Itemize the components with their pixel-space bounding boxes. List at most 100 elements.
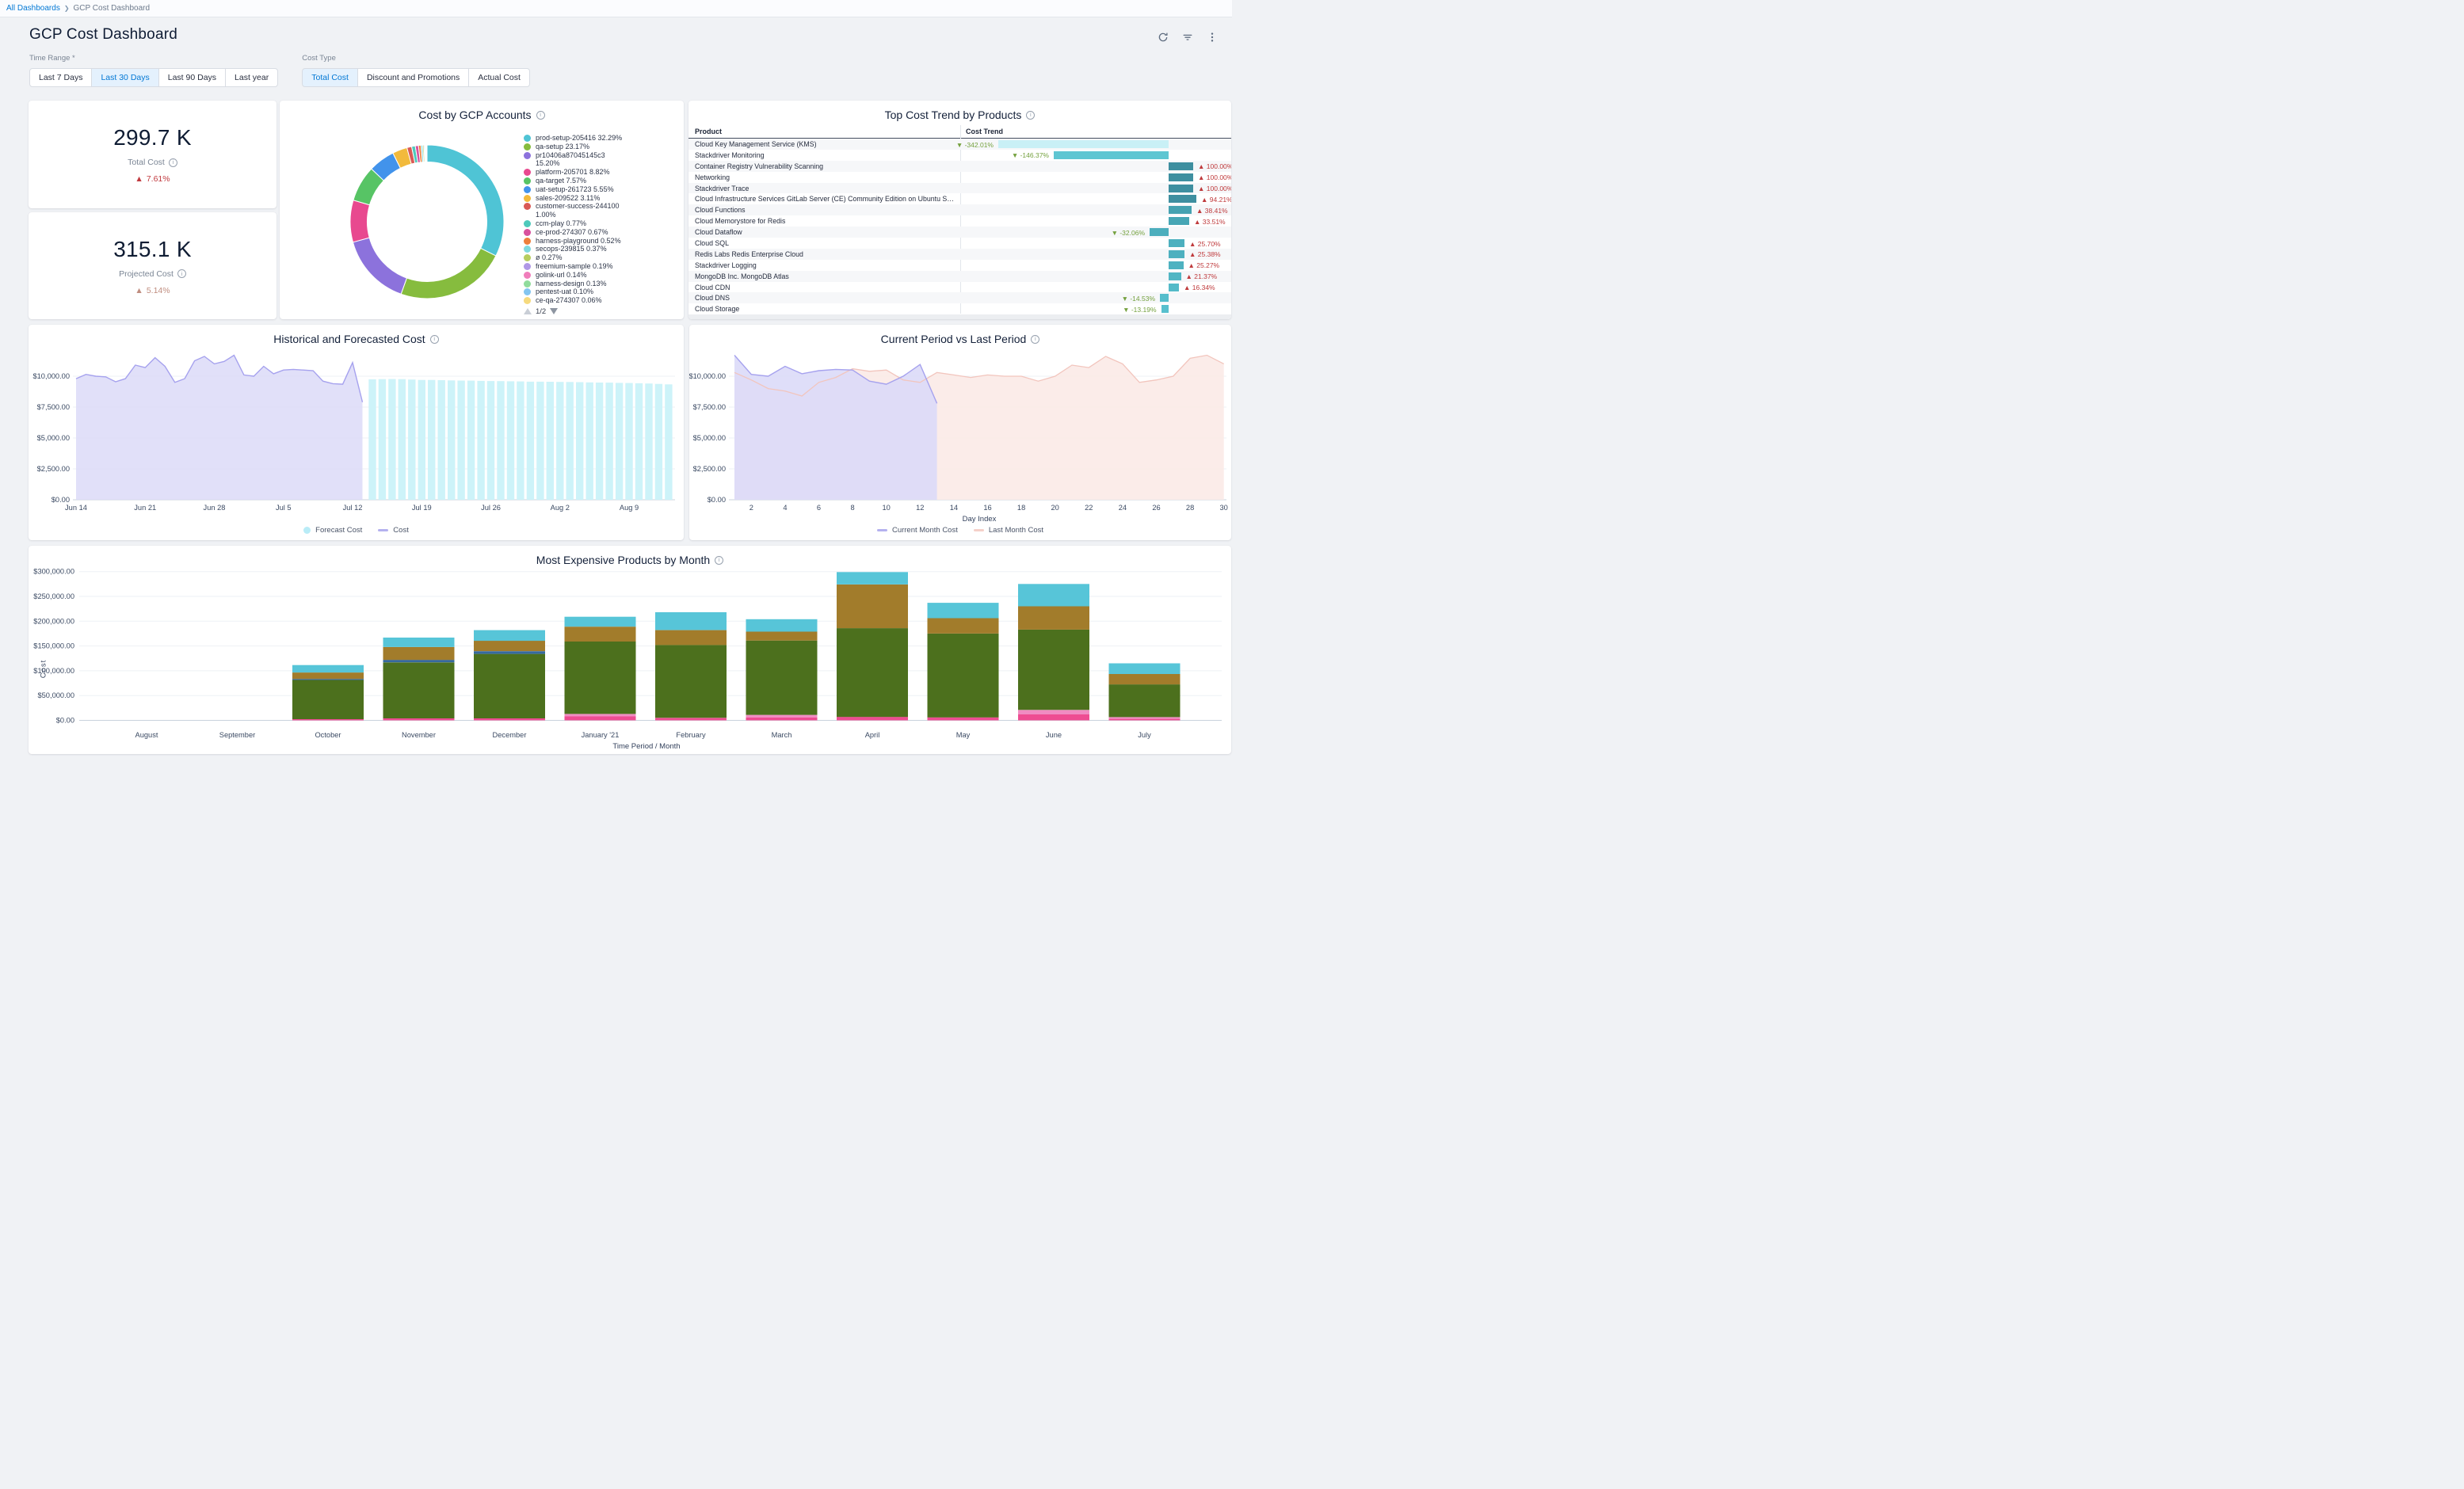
stacked-bar-segment xyxy=(292,665,364,672)
svg-text:January '21: January '21 xyxy=(582,731,620,739)
legend-current-month[interactable]: Current Month Cost xyxy=(877,526,958,535)
donut-legend-item-ce-prod-274307[interactable]: ce-prod-274307 0.67% xyxy=(524,228,679,237)
product-name: Stackdriver Monitoring xyxy=(695,151,765,159)
stacked-bar-segment xyxy=(383,718,455,721)
svg-text:18: 18 xyxy=(1017,504,1025,512)
forecast-bar xyxy=(655,384,662,500)
svg-text:December: December xyxy=(493,731,527,739)
stacked-bar-segment xyxy=(474,641,545,651)
legend-cost[interactable]: Cost xyxy=(378,526,409,535)
trend-bar xyxy=(1169,272,1181,280)
donut-legend-item-ccm-play[interactable]: ccm-play 0.77% xyxy=(524,219,679,228)
legend-last-month[interactable]: Last Month Cost xyxy=(974,526,1043,535)
trend-table-row-cloud-cdn[interactable]: Cloud CDN▲ 16.34% xyxy=(688,282,1231,293)
trend-table-row-container-registry-vulnerability-scannin[interactable]: Container Registry Vulnerability Scannin… xyxy=(688,161,1231,172)
filter-icon[interactable] xyxy=(1182,32,1193,43)
donut-legend-item-harness-design[interactable]: harness-design 0.13% xyxy=(524,280,679,288)
donut-legend-item-golink-url[interactable]: golink-url 0.14% xyxy=(524,271,679,280)
time-range-option-last-30-days[interactable]: Last 30 Days xyxy=(91,68,158,87)
time-range-option-last-7-days[interactable]: Last 7 Days xyxy=(29,68,92,87)
trend-table-row-stackdriver-logging[interactable]: Stackdriver Logging▲ 25.27% xyxy=(688,260,1231,271)
cost-type-option-discount-and-promotions[interactable]: Discount and Promotions xyxy=(357,68,469,87)
donut-legend-item-pentest-uat[interactable]: pentest-uat 0.10% xyxy=(524,288,679,296)
cost-type-option-total-cost[interactable]: Total Cost xyxy=(302,68,358,87)
legend-label: ce-prod-274307 0.67% xyxy=(536,228,624,237)
trend-table-row-cloud-sql[interactable]: Cloud SQL▲ 25.70% xyxy=(688,238,1231,249)
cost-by-gcp-accounts-card: Cost by GCP Accounts prod-setup-205416 3… xyxy=(280,101,684,319)
info-icon[interactable] xyxy=(1026,111,1035,120)
product-name: Cloud Storage xyxy=(695,305,739,313)
horizontal-scrollbar[interactable] xyxy=(688,314,1231,319)
kebab-menu-icon[interactable] xyxy=(1207,32,1218,43)
donut-legend-item-pr10406a87045145c3[interactable]: pr10406a87045145c3 15.20% xyxy=(524,151,679,169)
donut-legend-item-sales-209522[interactable]: sales-209522 3.11% xyxy=(524,194,679,203)
column-header-product[interactable]: Product xyxy=(695,128,722,135)
svg-text:$300,000.00: $300,000.00 xyxy=(33,568,74,576)
stacked-bar-segment xyxy=(655,718,727,720)
forecast-bar xyxy=(368,379,376,500)
stacked-bar-segment xyxy=(292,680,364,720)
monthly-products-card: Most Expensive Products by Month Cost $0… xyxy=(29,546,1231,754)
stacked-bar-segment xyxy=(383,662,455,718)
trend-table-row-cloud-dns[interactable]: Cloud DNS▼ -14.53% xyxy=(688,292,1231,303)
time-range-option-last-90-days[interactable]: Last 90 Days xyxy=(158,68,226,87)
forecast-bar xyxy=(487,381,494,500)
forecast-bar xyxy=(379,379,386,500)
forecast-bar xyxy=(665,384,672,500)
column-header-cost-trend[interactable]: Cost Trend xyxy=(966,128,1003,135)
donut-slice-qa-setup[interactable] xyxy=(401,248,496,299)
donut-legend-item-qa-target[interactable]: qa-target 7.57% xyxy=(524,177,679,185)
donut-legend-item-qa-setup[interactable]: qa-setup 23.17% xyxy=(524,143,679,151)
legend-dot-icon xyxy=(524,177,531,185)
trend-bar xyxy=(1169,261,1184,269)
svg-text:20: 20 xyxy=(1051,504,1059,512)
legend-dot-icon xyxy=(524,272,531,279)
svg-text:$0.00: $0.00 xyxy=(51,496,70,504)
donut-legend-item-freemium-sample[interactable]: freemium-sample 0.19% xyxy=(524,262,679,271)
breadcrumb-link-all-dashboards[interactable]: All Dashboards xyxy=(6,4,60,13)
product-name: Cloud Functions xyxy=(695,206,746,214)
trend-table-row-cloud-key-management-service-kms[interactable]: Cloud Key Management Service (KMS)▼ -342… xyxy=(688,139,1231,150)
trend-table-title: Top Cost Trend by Products xyxy=(688,109,1231,121)
time-range-option-last-year[interactable]: Last year xyxy=(225,68,278,87)
product-name: Container Registry Vulnerability Scannin… xyxy=(695,162,823,170)
donut-legend-item-[interactable]: ø 0.27% xyxy=(524,253,679,262)
forecast-bar xyxy=(517,382,524,500)
info-icon[interactable] xyxy=(177,269,186,278)
info-icon[interactable] xyxy=(169,158,177,167)
svg-text:$2,500.00: $2,500.00 xyxy=(693,465,726,473)
legend-dot-icon xyxy=(524,186,531,193)
donut-legend-item-customer-success-244100[interactable]: customer-success-244100 1.00% xyxy=(524,202,679,219)
svg-text:8: 8 xyxy=(851,504,855,512)
donut-legend-item-platform-205701[interactable]: platform-205701 8.82% xyxy=(524,168,679,177)
donut-legend-item-prod-setup-205416[interactable]: prod-setup-205416 32.29% xyxy=(524,134,679,143)
donut-legend-item-ce-qa-274307[interactable]: ce-qa-274307 0.06% xyxy=(524,296,679,305)
page-down-icon[interactable] xyxy=(550,308,558,314)
trend-table-row-cloud-storage[interactable]: Cloud Storage▼ -13.19% xyxy=(688,303,1231,314)
cost-type-option-actual-cost[interactable]: Actual Cost xyxy=(468,68,530,87)
stacked-bar-segment xyxy=(474,651,545,653)
trend-table-row-redis-labs-redis-enterprise-cloud[interactable]: Redis Labs Redis Enterprise Cloud▲ 25.38… xyxy=(688,249,1231,260)
trend-table-row-cloud-memorystore-for-redis[interactable]: Cloud Memorystore for Redis▲ 33.51% xyxy=(688,215,1231,227)
donut-legend-item-harness-playground[interactable]: harness-playground 0.52% xyxy=(524,237,679,246)
donut-legend-item-uat-setup-261723[interactable]: uat-setup-261723 5.55% xyxy=(524,185,679,194)
legend-forecast-cost[interactable]: Forecast Cost xyxy=(303,526,362,535)
stacked-bar-segment xyxy=(837,572,908,585)
trend-table-row-stackdriver-trace[interactable]: Stackdriver Trace▲ 100.00% xyxy=(688,183,1231,194)
legend-label: pentest-uat 0.10% xyxy=(536,288,624,296)
trend-table-row-stackdriver-monitoring[interactable]: Stackdriver Monitoring▼ -146.37% xyxy=(688,150,1231,161)
trend-table-row-mongodb-inc-mongodb-atlas[interactable]: MongoDB Inc. MongoDB Atlas▲ 21.37% xyxy=(688,271,1231,282)
legend-dot-icon xyxy=(524,220,531,227)
page-up-icon[interactable] xyxy=(524,308,532,314)
trend-table-row-cloud-infrastructure-services-gitlab-ser[interactable]: Cloud Infrastructure Services GitLab Ser… xyxy=(688,193,1231,204)
refresh-icon[interactable] xyxy=(1158,32,1169,43)
svg-text:Jul 12: Jul 12 xyxy=(343,504,363,512)
trend-table-row-cloud-functions[interactable]: Cloud Functions▲ 38.41% xyxy=(688,204,1231,215)
trend-table-row-cloud-dataflow[interactable]: Cloud Dataflow▼ -32.06% xyxy=(688,227,1231,238)
donut-slice-pr10406a87045145c3[interactable] xyxy=(353,238,407,294)
donut-slice-prod-setup-205416[interactable] xyxy=(427,145,504,256)
trend-table-row-networking[interactable]: Networking▲ 100.00% xyxy=(688,172,1231,183)
donut-slice-platform-205701[interactable] xyxy=(350,200,370,242)
cost-type-group: Total CostDiscount and PromotionsActual … xyxy=(302,68,530,87)
donut-legend-item-secops-239815[interactable]: secops-239815 0.37% xyxy=(524,245,679,253)
